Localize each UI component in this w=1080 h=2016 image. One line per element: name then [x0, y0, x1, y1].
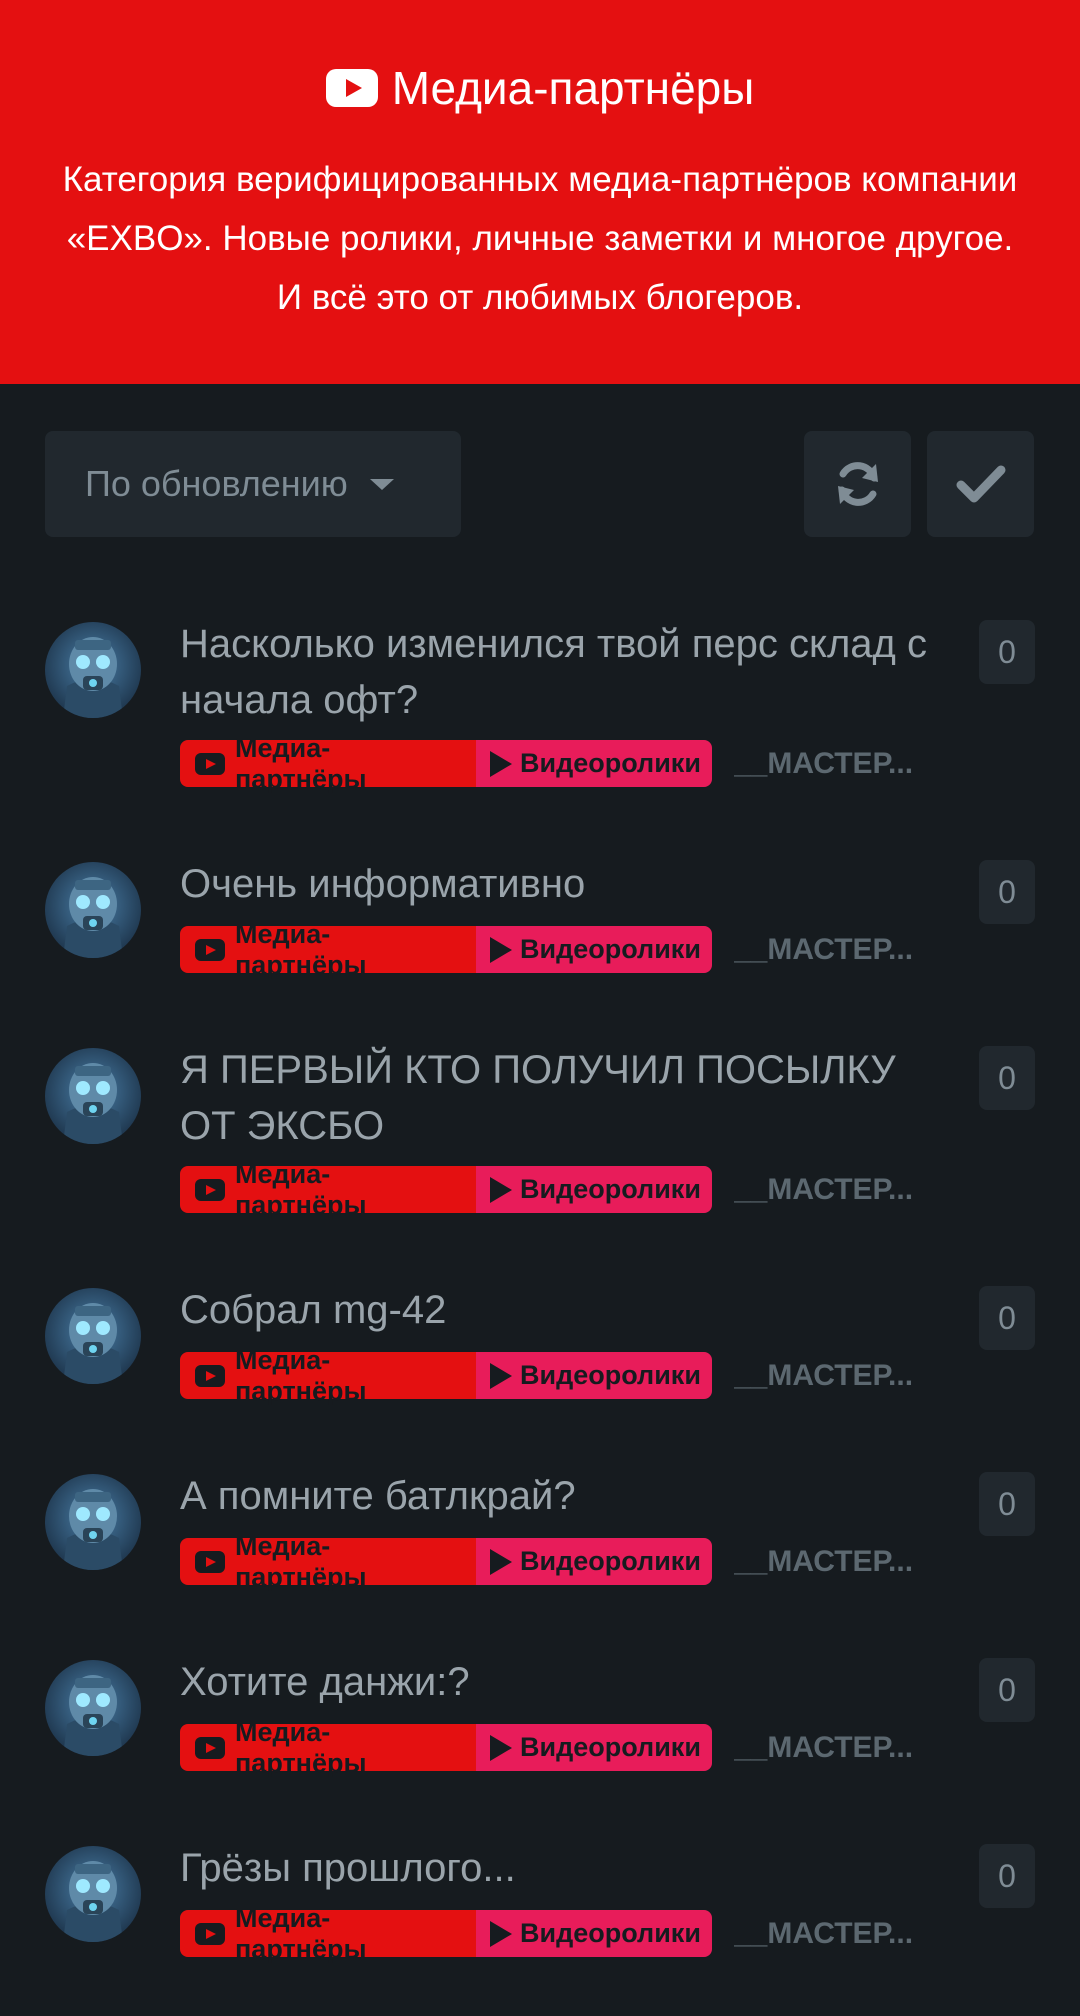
topic-author[interactable]: __МАСТЕР... — [734, 1731, 926, 1765]
tag-label: Видеоролики — [520, 1546, 701, 1576]
topic-tags: Медиа-партнёры Видеоролики __МАСТЕР... — [180, 1345, 926, 1406]
youtube-icon — [325, 69, 378, 107]
reply-count: 0 — [979, 1286, 1035, 1350]
topic-author[interactable]: __МАСТЕР... — [734, 933, 926, 967]
youtube-icon — [195, 1736, 225, 1759]
tag-label: Медиа-партнёры — [235, 1902, 367, 1964]
tag-videos[interactable]: Видеоролики — [476, 1910, 712, 1957]
tag-videos[interactable]: Видеоролики — [476, 1352, 712, 1399]
youtube-icon — [195, 1550, 225, 1573]
reply-count: 0 — [979, 860, 1035, 924]
topic-author[interactable]: __МАСТЕР... — [734, 1917, 926, 1951]
tag-media-partners[interactable]: Медиа-партнёры — [180, 1903, 476, 1964]
topic-tags: Медиа-партнёры Видеоролики __МАСТЕР... — [180, 1903, 926, 1964]
youtube-icon — [195, 1922, 225, 1945]
topic-tags: Медиа-партнёры Видеоролики __МАСТЕР... — [180, 919, 926, 980]
youtube-icon — [195, 752, 225, 775]
refresh-icon — [837, 462, 878, 506]
play-icon — [490, 1734, 512, 1761]
tag-label: Видеоролики — [520, 1732, 701, 1762]
avatar[interactable] — [45, 1660, 141, 1756]
category-description: Категория верифицированных медиа-партнёр… — [62, 160, 1018, 317]
avatar[interactable] — [45, 622, 141, 718]
tag-media-partners[interactable]: Медиа-партнёры — [180, 733, 476, 794]
youtube-icon — [195, 1364, 225, 1387]
reply-count: 0 — [979, 620, 1035, 684]
topic-author[interactable]: __МАСТЕР... — [734, 1545, 926, 1579]
check-icon — [956, 465, 1005, 503]
topic-title[interactable]: Грёзы прошлого... — [180, 1840, 940, 1896]
play-icon — [490, 1176, 512, 1203]
reply-count: 0 — [979, 1844, 1035, 1908]
topic-author[interactable]: __МАСТЕР... — [734, 1173, 926, 1207]
reply-count: 0 — [979, 1046, 1035, 1110]
tag-videos[interactable]: Видеоролики — [476, 926, 712, 973]
tag-label: Видеоролики — [520, 1174, 701, 1204]
sort-dropdown[interactable]: По обновлению — [45, 431, 461, 537]
tag-media-partners[interactable]: Медиа-партнёры — [180, 1717, 476, 1778]
refresh-button[interactable] — [804, 431, 911, 537]
topic-title[interactable]: Очень информативно — [180, 856, 940, 912]
tag-label: Медиа-партнёры — [235, 1716, 367, 1778]
caret-down-icon — [369, 478, 394, 490]
topic-tags: Медиа-партнёры Видеоролики __МАСТЕР... — [180, 1159, 926, 1220]
topic-author[interactable]: __МАСТЕР... — [734, 747, 926, 781]
topic-title[interactable]: Я ПЕРВЫЙ КТО ПОЛУЧИЛ ПОСЫЛКУ ОТ ЭКСБО — [180, 1042, 940, 1154]
play-icon — [490, 750, 512, 777]
tag-videos[interactable]: Видеоролики — [476, 740, 712, 787]
category-header: Медиа-партнёры Категория верифицированны… — [0, 0, 1080, 384]
mark-read-button[interactable] — [927, 431, 1034, 537]
youtube-icon — [195, 938, 225, 961]
tag-videos[interactable]: Видеоролики — [476, 1166, 712, 1213]
play-icon — [490, 936, 512, 963]
play-icon — [490, 1362, 512, 1389]
tag-videos[interactable]: Видеоролики — [476, 1724, 712, 1771]
topic-title[interactable]: Хотите данжи:? — [180, 1654, 940, 1710]
topic-title[interactable]: Насколько изменился твой перс склад с на… — [180, 616, 940, 728]
tag-label: Видеоролики — [520, 1918, 701, 1948]
topic-tags: Медиа-партнёры Видеоролики __МАСТЕР... — [180, 1717, 926, 1778]
tag-label: Медиа-партнёры — [235, 732, 367, 794]
tag-media-partners[interactable]: Медиа-партнёры — [180, 1159, 476, 1220]
topic-title[interactable]: А помните батлкрай? — [180, 1468, 940, 1524]
tag-label: Медиа-партнёры — [235, 918, 367, 980]
avatar[interactable] — [45, 1474, 141, 1570]
tag-media-partners[interactable]: Медиа-партнёры — [180, 1345, 476, 1406]
topic-tags: Медиа-партнёры Видеоролики __МАСТЕР... — [180, 733, 926, 794]
avatar[interactable] — [45, 862, 141, 958]
tag-label: Медиа-партнёры — [235, 1344, 367, 1406]
tag-label: Медиа-партнёры — [235, 1158, 367, 1220]
topic-author[interactable]: __МАСТЕР... — [734, 1359, 926, 1393]
category-title: Медиа-партнёры — [0, 58, 1080, 118]
avatar[interactable] — [45, 1048, 141, 1144]
avatar[interactable] — [45, 1288, 141, 1384]
youtube-icon — [195, 1178, 225, 1201]
tag-label: Видеоролики — [520, 748, 701, 778]
tag-media-partners[interactable]: Медиа-партнёры — [180, 919, 476, 980]
reply-count: 0 — [979, 1658, 1035, 1722]
category-title-text: Медиа-партнёры — [391, 62, 755, 114]
tag-media-partners[interactable]: Медиа-партнёры — [180, 1531, 476, 1592]
tag-videos[interactable]: Видеоролики — [476, 1538, 712, 1585]
play-icon — [490, 1548, 512, 1575]
avatar[interactable] — [45, 1846, 141, 1942]
reply-count: 0 — [979, 1472, 1035, 1536]
topic-title[interactable]: Собрал mg-42 — [180, 1282, 940, 1338]
tag-label: Видеоролики — [520, 1360, 701, 1390]
topic-tags: Медиа-партнёры Видеоролики __МАСТЕР... — [180, 1531, 926, 1592]
tag-label: Медиа-партнёры — [235, 1530, 367, 1592]
sort-dropdown-label: По обновлению — [85, 463, 348, 504]
tag-label: Видеоролики — [520, 934, 701, 964]
play-icon — [490, 1920, 512, 1947]
